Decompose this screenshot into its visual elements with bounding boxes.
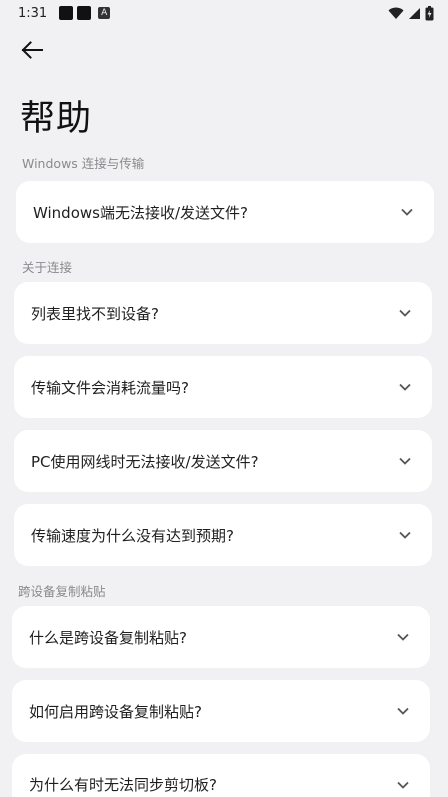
notification-icons: A xyxy=(59,6,111,20)
status-time: 1:31 xyxy=(18,5,48,21)
page-title: 帮助 xyxy=(20,99,93,139)
arrow-left-icon xyxy=(21,41,43,59)
system-icons xyxy=(388,5,434,21)
section-header-clipboard: 跨设备复制粘贴 xyxy=(18,584,106,599)
notification-square-icon xyxy=(77,6,92,20)
faq-item[interactable]: 传输速度为什么没有达到预期? xyxy=(14,504,432,566)
faq-item[interactable]: 如何启用跨设备复制粘贴? xyxy=(12,680,430,742)
faq-item-label: PC使用网线时无法接收/发送文件? xyxy=(31,452,259,471)
faq-item-label: 传输文件会消耗流量吗? xyxy=(31,378,189,397)
faq-item[interactable]: 列表里找不到设备? xyxy=(14,282,432,344)
notification-app-icon: A xyxy=(98,7,111,19)
chevron-down-icon xyxy=(398,380,412,394)
status-bar: 1:31 A xyxy=(0,0,448,26)
back-button[interactable] xyxy=(16,36,48,64)
chevron-down-icon xyxy=(398,306,412,320)
faq-item[interactable]: 为什么有时无法同步剪切板? xyxy=(12,754,430,797)
faq-item-label: 列表里找不到设备? xyxy=(31,304,159,323)
chevron-down-icon xyxy=(396,630,410,644)
battery-icon xyxy=(425,5,434,20)
chevron-down-icon xyxy=(396,704,410,718)
faq-item-label: 如何启用跨设备复制粘贴? xyxy=(29,702,202,721)
faq-item[interactable]: 传输文件会消耗流量吗? xyxy=(14,356,432,418)
faq-item[interactable]: PC使用网线时无法接收/发送文件? xyxy=(14,430,432,492)
section-header-connection: 关于连接 xyxy=(22,260,73,275)
signal-icon xyxy=(409,7,420,19)
faq-item[interactable]: Windows端无法接收/发送文件? xyxy=(16,181,434,243)
chevron-down-icon xyxy=(398,454,412,468)
chevron-down-icon xyxy=(398,528,412,542)
faq-item[interactable]: 什么是跨设备复制粘贴? xyxy=(12,606,430,668)
faq-item-label: 传输速度为什么没有达到预期? xyxy=(31,526,234,545)
chevron-down-icon xyxy=(400,205,414,219)
chevron-down-icon xyxy=(396,778,410,792)
faq-item-label: 为什么有时无法同步剪切板? xyxy=(29,776,217,794)
notification-square-icon xyxy=(59,6,74,20)
faq-item-label: 什么是跨设备复制粘贴? xyxy=(29,628,187,647)
faq-item-label: Windows端无法接收/发送文件? xyxy=(33,203,248,222)
wifi-icon xyxy=(388,7,404,19)
section-header-windows: Windows 连接与传输 xyxy=(22,156,145,171)
